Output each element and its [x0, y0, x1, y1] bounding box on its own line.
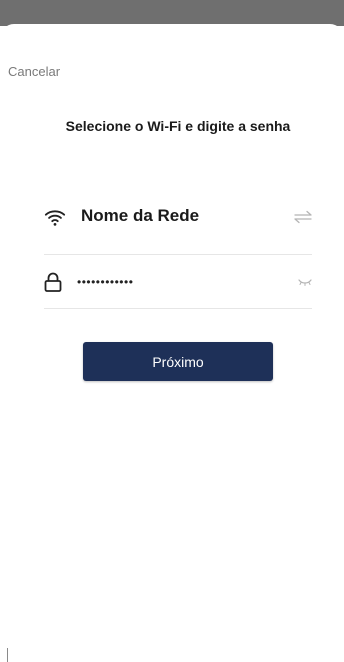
- next-button[interactable]: Próximo: [83, 342, 273, 381]
- password-input[interactable]: [77, 272, 277, 292]
- wifi-network-row[interactable]: Nome da Rede: [44, 196, 312, 255]
- cancel-link[interactable]: Cancelar: [8, 64, 60, 79]
- status-bar: [0, 0, 344, 26]
- eye-closed-icon[interactable]: [298, 278, 312, 286]
- page-title: Selecione o Wi-Fi e digite a senha: [65, 118, 291, 134]
- scroll-indicator: [7, 648, 8, 662]
- wifi-icon: [44, 210, 66, 226]
- switch-network-icon[interactable]: [294, 210, 312, 224]
- lock-icon: [44, 272, 62, 292]
- wifi-network-name: Nome da Rede: [81, 206, 200, 225]
- password-row: [44, 256, 312, 309]
